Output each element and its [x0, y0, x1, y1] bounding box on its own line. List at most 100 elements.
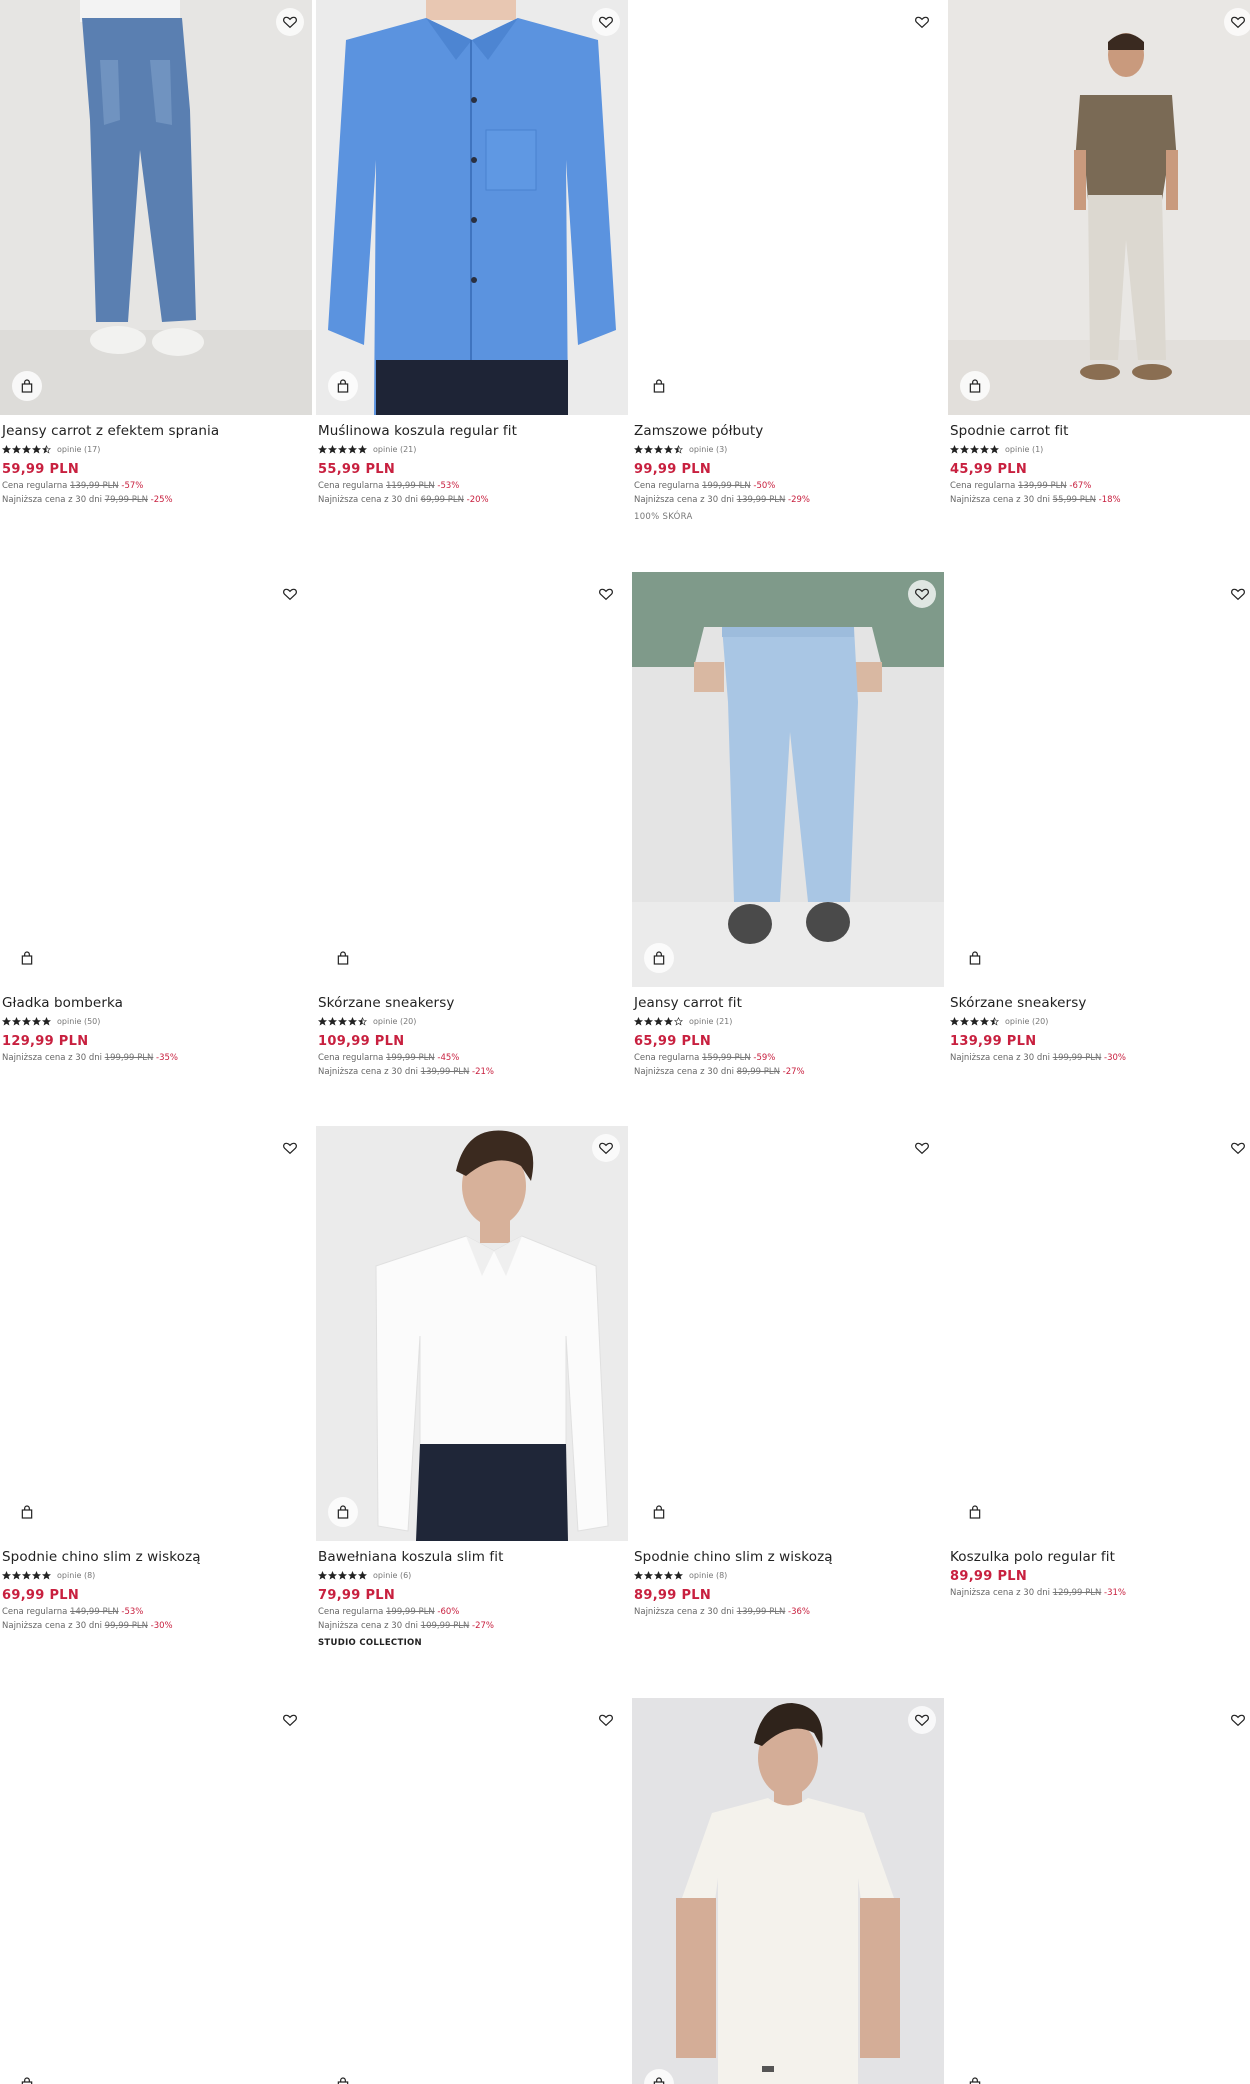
heart-icon [915, 16, 929, 29]
product-image[interactable] [948, 0, 1250, 415]
product-card[interactable] [948, 1698, 1250, 2084]
add-to-cart-button[interactable] [12, 943, 42, 973]
product-card[interactable]: Spodnie carrot fit opinie (1) 45,99 PLN … [948, 0, 1250, 505]
add-to-cart-button[interactable] [644, 371, 674, 401]
wishlist-button[interactable] [1224, 8, 1250, 36]
product-image[interactable] [0, 572, 312, 987]
product-title[interactable]: Bawełniana koszula slim fit [318, 1549, 626, 1566]
wishlist-button[interactable] [908, 1134, 936, 1162]
add-to-cart-button[interactable] [328, 2069, 358, 2084]
review-count[interactable]: opinie (6) [373, 1571, 411, 1580]
add-to-cart-button[interactable] [12, 2069, 42, 2084]
add-to-cart-button[interactable] [960, 943, 990, 973]
product-card[interactable]: Skórzane sneakersy opinie (20) 139,99 PL… [948, 572, 1250, 1063]
wishlist-button[interactable] [276, 580, 304, 608]
review-count[interactable]: opinie (21) [373, 445, 416, 454]
product-image[interactable] [632, 0, 944, 415]
product-image[interactable] [316, 0, 628, 415]
product-card[interactable]: Muślinowa koszula regular fit opinie (21… [316, 0, 628, 505]
add-to-cart-button[interactable] [12, 371, 42, 401]
review-count[interactable]: opinie (1) [1005, 445, 1043, 454]
regular-price-line: Cena regularna 199,99 PLN -45% [318, 1053, 460, 1063]
product-card[interactable]: Zamszowe półbuty opinie (3) 99,99 PLN Ce… [632, 0, 944, 522]
product-price: 65,99 PLN [634, 1034, 712, 1049]
product-card[interactable]: Skórzane sneakersy opinie (20) 109,99 PL… [316, 572, 628, 1077]
product-card[interactable]: Jeansy carrot z efektem sprania opinie (… [0, 0, 312, 505]
star-icon [338, 1571, 347, 1580]
wishlist-button[interactable] [908, 1706, 936, 1734]
wishlist-button[interactable] [592, 1706, 620, 1734]
wishlist-button[interactable] [1224, 1706, 1250, 1734]
product-title[interactable]: Skórzane sneakersy [950, 995, 1250, 1012]
product-price: 79,99 PLN [318, 1588, 396, 1603]
add-to-cart-button[interactable] [328, 943, 358, 973]
product-image[interactable] [316, 1126, 628, 1541]
star-icon [348, 1017, 357, 1026]
product-title[interactable]: Spodnie chino slim z wiskozą [2, 1549, 310, 1566]
add-to-cart-button[interactable] [960, 2069, 990, 2084]
product-image[interactable] [0, 0, 312, 415]
product-card[interactable] [0, 1698, 312, 2084]
product-title[interactable]: Jeansy carrot fit [634, 995, 942, 1012]
add-to-cart-button[interactable] [12, 1497, 42, 1527]
regular-discount: -60% [437, 1607, 460, 1617]
product-image[interactable] [632, 1698, 944, 2084]
wishlist-button[interactable] [592, 1134, 620, 1162]
product-image[interactable] [632, 572, 944, 987]
wishlist-button[interactable] [592, 580, 620, 608]
product-image[interactable] [316, 572, 628, 987]
wishlist-button[interactable] [276, 8, 304, 36]
review-count[interactable]: opinie (21) [689, 1017, 732, 1026]
star-icon [674, 1017, 683, 1026]
product-title[interactable]: Skórzane sneakersy [318, 995, 626, 1012]
product-title[interactable]: Spodnie chino slim z wiskozą [634, 1549, 942, 1566]
star-icon [634, 1571, 643, 1580]
add-to-cart-button[interactable] [328, 371, 358, 401]
product-title[interactable]: Spodnie carrot fit [950, 423, 1250, 440]
wishlist-button[interactable] [276, 1134, 304, 1162]
add-to-cart-button[interactable] [644, 1497, 674, 1527]
product-image[interactable] [632, 1126, 944, 1541]
product-image[interactable] [0, 1126, 312, 1541]
star-icon [358, 445, 367, 454]
star-icon [12, 1017, 21, 1026]
product-image[interactable] [948, 572, 1250, 987]
product-title[interactable]: Koszulka polo regular fit [950, 1549, 1250, 1566]
product-image[interactable] [0, 1698, 312, 2084]
product-image[interactable] [316, 1698, 628, 2084]
regular-price-line: Cena regularna 139,99 PLN -67% [950, 481, 1092, 491]
wishlist-button[interactable] [1224, 580, 1250, 608]
product-card[interactable]: Bawełniana koszula slim fit opinie (6) 7… [316, 1126, 628, 1648]
product-image[interactable] [948, 1698, 1250, 2084]
product-card[interactable]: Koszulka polo regular fit 89,99 PLN Najn… [948, 1126, 1250, 1598]
product-card[interactable] [632, 1698, 944, 2084]
wishlist-button[interactable] [908, 8, 936, 36]
add-to-cart-button[interactable] [328, 1497, 358, 1527]
wishlist-button[interactable] [592, 8, 620, 36]
review-count[interactable]: opinie (8) [57, 1571, 95, 1580]
review-count[interactable]: opinie (20) [373, 1017, 416, 1026]
product-card[interactable]: Spodnie chino slim z wiskozą opinie (8) … [632, 1126, 944, 1617]
product-title[interactable]: Muślinowa koszula regular fit [318, 423, 626, 440]
product-title[interactable]: Gładka bomberka [2, 995, 310, 1012]
add-to-cart-button[interactable] [960, 371, 990, 401]
star-icon [980, 445, 989, 454]
product-card[interactable]: Jeansy carrot fit opinie (21) 65,99 PLN … [632, 572, 944, 1077]
product-card[interactable] [316, 1698, 628, 2084]
product-title[interactable]: Zamszowe półbuty [634, 423, 942, 440]
star-rating [2, 1017, 51, 1026]
review-count[interactable]: opinie (17) [57, 445, 100, 454]
review-count[interactable]: opinie (20) [1005, 1017, 1048, 1026]
product-card[interactable]: Spodnie chino slim z wiskozą opinie (8) … [0, 1126, 312, 1631]
product-card[interactable]: Gładka bomberka opinie (50) 129,99 PLN N… [0, 572, 312, 1063]
product-title[interactable]: Jeansy carrot z efektem sprania [2, 423, 310, 440]
wishlist-button[interactable] [276, 1706, 304, 1734]
review-count[interactable]: opinie (3) [689, 445, 727, 454]
review-count[interactable]: opinie (50) [57, 1017, 100, 1026]
review-count[interactable]: opinie (8) [689, 1571, 727, 1580]
add-to-cart-button[interactable] [644, 943, 674, 973]
wishlist-button[interactable] [1224, 1134, 1250, 1162]
add-to-cart-button[interactable] [960, 1497, 990, 1527]
wishlist-button[interactable] [908, 580, 936, 608]
product-image[interactable] [948, 1126, 1250, 1541]
